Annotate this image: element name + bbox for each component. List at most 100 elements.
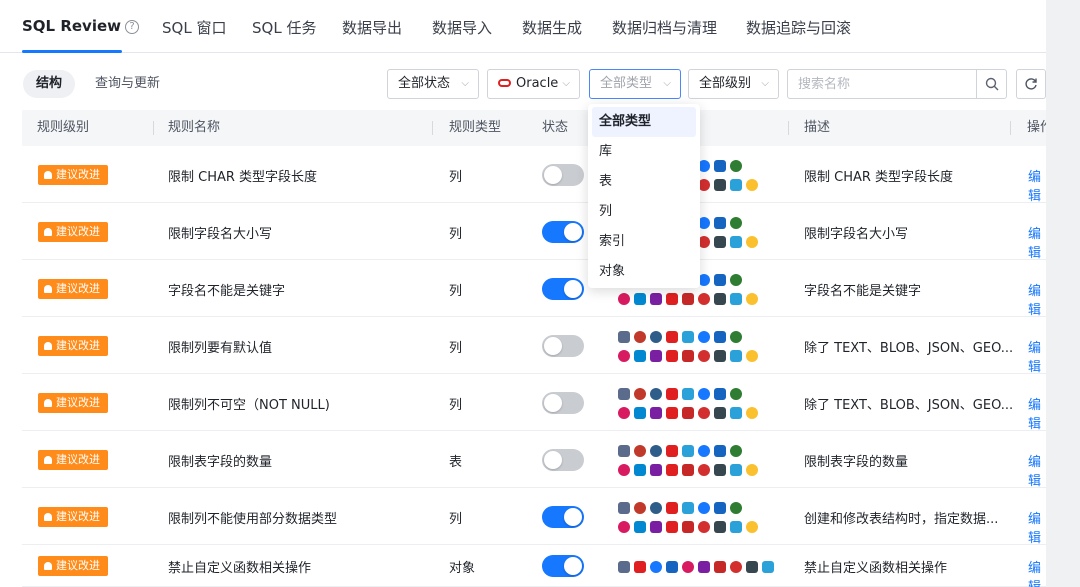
scrollbar-track[interactable] [1046, 0, 1080, 587]
status-toggle[interactable] [542, 335, 584, 357]
status-toggle[interactable] [542, 164, 584, 186]
tidb-icon [618, 292, 630, 305]
level-badge: 建议改进 [38, 165, 108, 185]
tab-sql-window[interactable]: SQL 窗口 [162, 17, 226, 38]
tab-data-generate[interactable]: 数据生成 [522, 17, 582, 38]
sqlserver-icon [730, 406, 742, 419]
sqlserver-icon [730, 178, 742, 191]
status-toggle[interactable] [542, 449, 584, 471]
tab-data-trace[interactable]: 数据追踪与回滚 [746, 17, 851, 38]
level-filter[interactable]: 全部级别 ⌵ [688, 69, 779, 99]
edit-link[interactable]: 编辑 [1028, 337, 1046, 375]
tab-sql-task[interactable]: SQL 任务 [252, 17, 316, 38]
db2-icon [650, 520, 662, 533]
rule-description: 创建和修改表结构时，指定数据... [804, 512, 999, 527]
status-toggle[interactable] [542, 221, 584, 243]
status-toggle[interactable] [542, 506, 584, 528]
dropdown-item-table[interactable]: 表 [588, 167, 700, 197]
db2-icon [698, 560, 710, 573]
tab-data-import[interactable]: 数据导入 [432, 17, 492, 38]
edit-link[interactable]: 编辑 [1028, 508, 1046, 546]
table-header: 规则级别 规则名称 规则类型 状态 描述 操作 [22, 110, 1053, 146]
search-input[interactable] [788, 70, 974, 98]
tab-data-archive[interactable]: 数据归档与清理 [612, 17, 717, 38]
edit-link[interactable]: 编辑 [1028, 280, 1046, 318]
lindorm-icon [730, 330, 742, 343]
hologres-icon [634, 463, 646, 476]
clickhouse-icon [746, 406, 758, 419]
postgresql-icon [650, 330, 662, 343]
refresh-icon [1025, 78, 1037, 90]
redis-icon [746, 560, 758, 573]
oracle-icon [666, 406, 678, 419]
level-badge: 建议改进 [38, 556, 108, 576]
redis-icon [714, 178, 726, 191]
oceanbase-icon [714, 273, 726, 286]
lindorm-icon [730, 216, 742, 229]
lindorm-icon [730, 159, 742, 172]
dm-icon [682, 406, 694, 419]
toggle-knob [544, 337, 562, 355]
dm-icon [682, 520, 694, 533]
tab-data-export[interactable]: 数据导出 [342, 17, 402, 38]
redis-icon [714, 349, 726, 362]
oracle-icon [666, 330, 678, 343]
tidb-icon [618, 463, 630, 476]
search-button[interactable] [976, 70, 1006, 98]
chevron-down-icon: ⌵ [461, 78, 469, 89]
oracle-icon [666, 463, 678, 476]
sqlserver-icon [682, 501, 694, 514]
subtab-query-update[interactable]: 查询与更新 [82, 70, 173, 98]
active-tab-indicator [22, 50, 122, 53]
hologres-icon [634, 520, 646, 533]
rule-type-filter[interactable]: 全部类型 ⌵ [589, 69, 681, 99]
rule-description: 限制 CHAR 类型字段长度 [804, 170, 954, 185]
help-icon[interactable]: ? [125, 20, 140, 34]
supported-db-icons [618, 519, 758, 534]
rule-type-dropdown: 全部类型 库 表 列 索引 对象 [588, 104, 700, 288]
refresh-button[interactable] [1016, 69, 1046, 99]
dropdown-item-index[interactable]: 索引 [588, 227, 700, 257]
table-row: 建议改进 字段名不能是关键字 列 字段名不能是关键字 编辑 [22, 260, 1046, 318]
subtab-structure[interactable]: 结构 [23, 70, 76, 98]
status-toggle[interactable] [542, 278, 584, 300]
supported-db-icons [618, 462, 758, 477]
redis-icon [714, 463, 726, 476]
sqlserver-icon [730, 235, 742, 248]
status-filter[interactable]: 全部状态 ⌵ [387, 69, 479, 99]
edit-link[interactable]: 编辑 [1028, 451, 1046, 489]
lindorm-icon [730, 444, 742, 457]
dropdown-item-object[interactable]: 对象 [588, 257, 700, 287]
level-badge: 建议改进 [38, 507, 108, 527]
bell-icon [44, 513, 52, 521]
mariadb-icon [634, 387, 646, 400]
rule-type: 列 [449, 398, 463, 413]
dbtype-filter[interactable]: Oracle ⌵ [487, 69, 580, 99]
oracle-icon [666, 349, 678, 362]
dropdown-item-all[interactable]: 全部类型 [592, 107, 696, 137]
status-toggle[interactable] [542, 555, 584, 577]
rule-type: 列 [449, 227, 463, 242]
level-badge: 建议改进 [38, 279, 108, 299]
hologres-icon [634, 349, 646, 362]
rule-description: 限制字段名大小写 [804, 227, 909, 242]
clickhouse-icon [746, 178, 758, 191]
edit-link[interactable]: 编辑 [1028, 394, 1046, 432]
dropdown-item-column[interactable]: 列 [588, 197, 700, 227]
mysql-icon [618, 330, 630, 343]
level-badge: 建议改进 [38, 222, 108, 242]
supported-db-icons [618, 348, 758, 363]
edit-link[interactable]: 编辑 [1028, 166, 1046, 204]
mysql-icon [618, 444, 630, 457]
status-toggle[interactable] [542, 392, 584, 414]
dropdown-item-database[interactable]: 库 [588, 137, 700, 167]
hologres-icon [634, 292, 646, 305]
edit-link[interactable]: 编辑 [1028, 223, 1046, 261]
edit-link[interactable]: 编辑 [1028, 557, 1046, 587]
oracle-icon [666, 444, 678, 457]
tab-sql-review[interactable]: SQL Review? [22, 17, 140, 35]
postgresql-icon [650, 444, 662, 457]
rule-type: 列 [449, 170, 463, 185]
polardb-icon [698, 501, 710, 514]
sqlserver-icon [682, 444, 694, 457]
